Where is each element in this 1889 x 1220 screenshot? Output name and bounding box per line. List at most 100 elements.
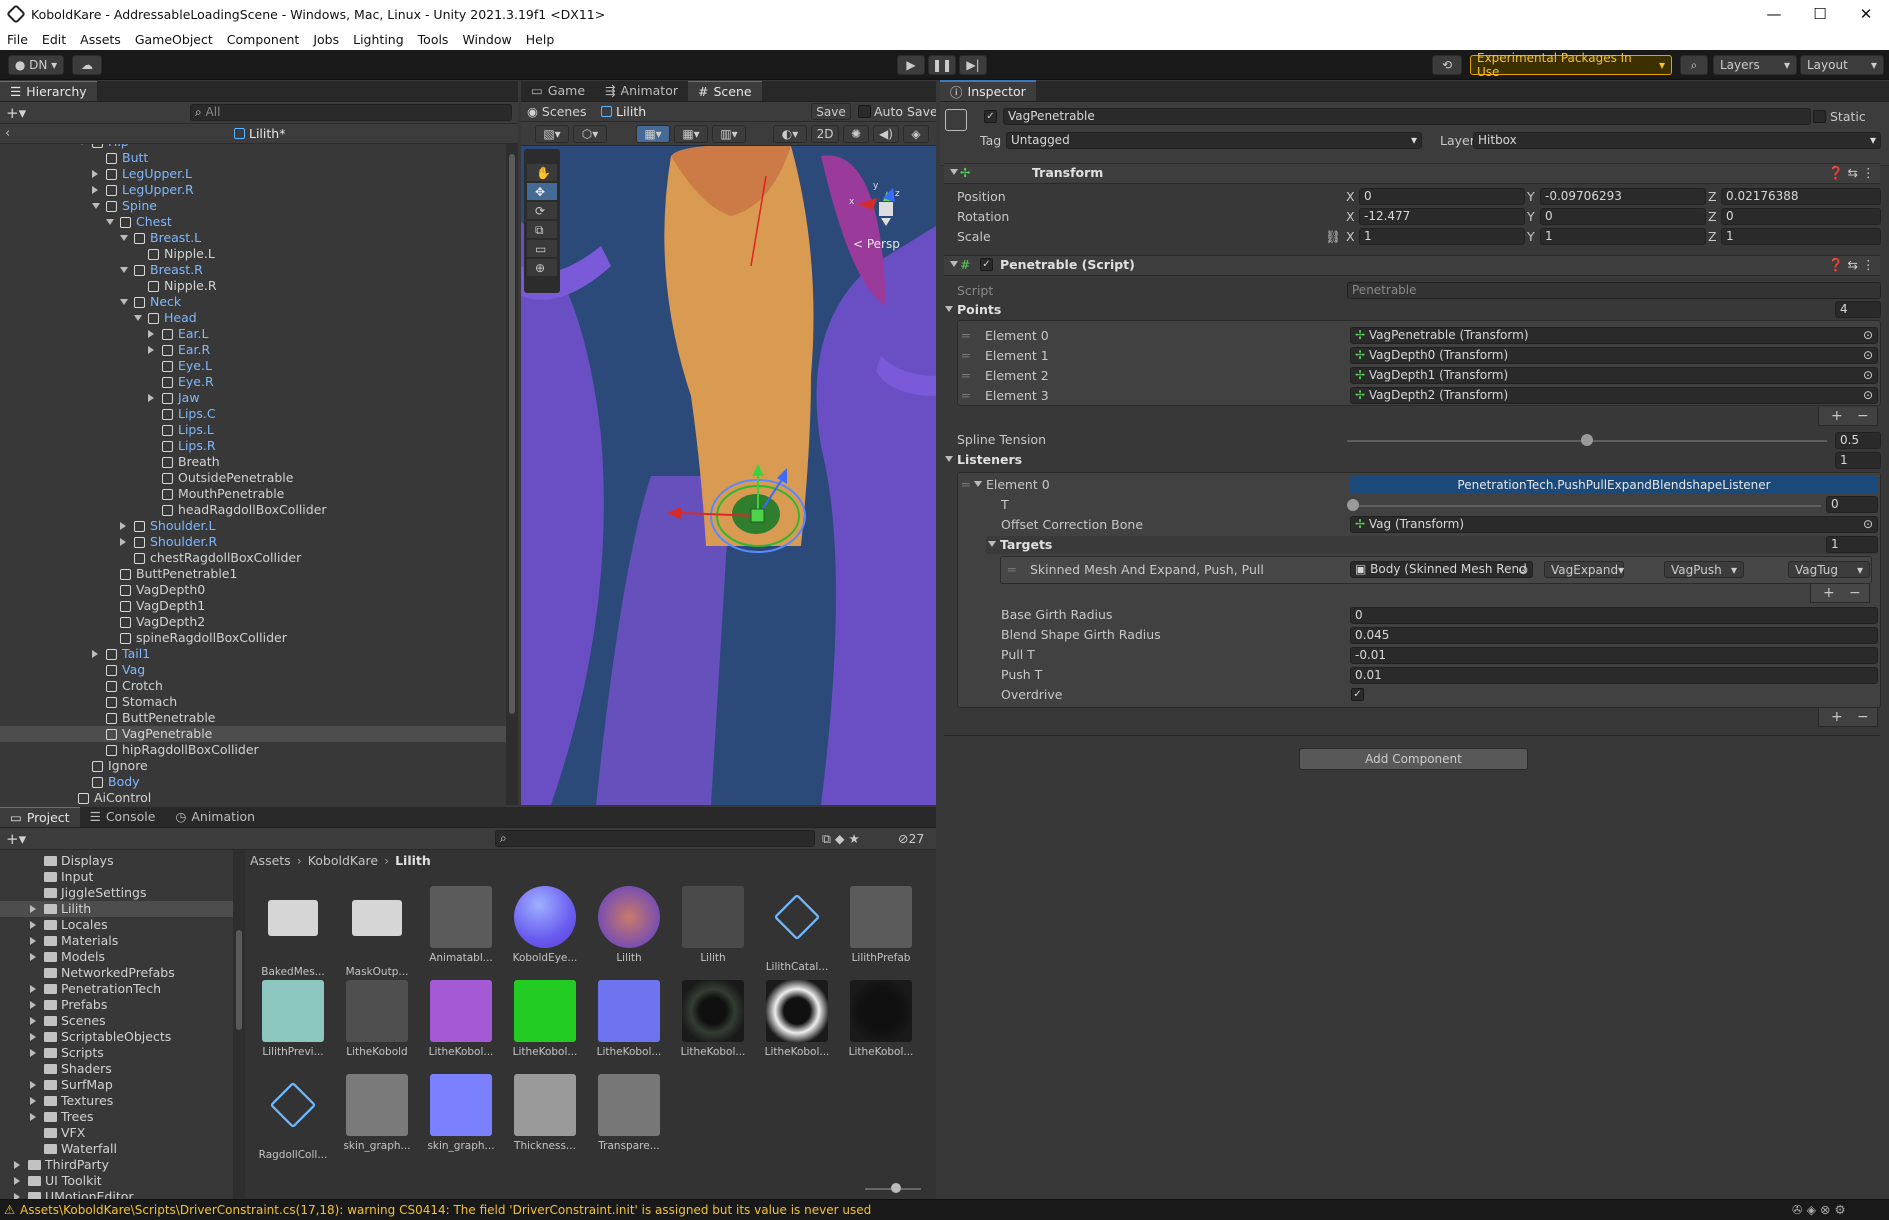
- push-t-input[interactable]: 0.01: [1350, 667, 1878, 684]
- step-button[interactable]: ▶|: [959, 55, 987, 75]
- axis-z-label[interactable]: Z: [1708, 229, 1717, 245]
- hierarchy-row[interactable]: LegUpper.L: [0, 166, 506, 182]
- listeners-count-input[interactable]: 1: [1835, 452, 1881, 469]
- hierarchy-row[interactable]: OutsidePenetrable: [0, 470, 506, 486]
- folder-expand-icon[interactable]: [30, 1049, 36, 1057]
- gizmo-toggle[interactable]: ◐▾: [773, 125, 807, 143]
- asset-item[interactable]: LitheKobol...: [762, 980, 832, 1058]
- menu-edit[interactable]: Edit: [35, 32, 73, 47]
- point-drag-handle[interactable]: ═: [962, 388, 970, 404]
- asset-item[interactable]: LitheKobol...: [594, 980, 664, 1058]
- menu-window[interactable]: Window: [455, 32, 518, 47]
- penetrable-help-icon[interactable]: ❓ ⇆ ⋮: [1828, 257, 1874, 273]
- constrain-proportions-icon[interactable]: ⛓: [1325, 229, 1341, 245]
- asset-item[interactable]: MaskOutp...: [342, 886, 412, 978]
- folder-row[interactable]: ThirdParty: [0, 1157, 233, 1173]
- folder-row[interactable]: NetworkedPrefabs: [0, 965, 233, 981]
- base-girth-input[interactable]: 0: [1350, 607, 1878, 624]
- asset-item[interactable]: LilithCatal...: [762, 886, 832, 973]
- folder-row[interactable]: ScriptableObjects: [0, 1029, 233, 1045]
- folder-row[interactable]: Scenes: [0, 1013, 233, 1029]
- targets-count-input[interactable]: 1: [1826, 536, 1878, 553]
- hierarchy-row[interactable]: Jaw: [0, 390, 506, 406]
- asset-item[interactable]: Lilith: [594, 886, 664, 964]
- foldout-arrow-icon[interactable]: [120, 522, 126, 530]
- points-count-input[interactable]: 4: [1835, 301, 1881, 318]
- hierarchy-row[interactable]: Crotch: [0, 678, 506, 694]
- scale-z-input[interactable]: 1: [1721, 228, 1881, 245]
- hierarchy-row[interactable]: Breast.R: [0, 262, 506, 278]
- hierarchy-row[interactable]: Lips.C: [0, 406, 506, 422]
- scale-y-input[interactable]: 1: [1540, 228, 1706, 245]
- asset-item[interactable]: LitheKobol...: [846, 980, 916, 1058]
- foldout-arrow-icon[interactable]: [120, 267, 128, 273]
- tab-game[interactable]: ▭ Game: [521, 81, 595, 101]
- listener-drag-handle[interactable]: ═: [962, 477, 970, 493]
- tab-animation[interactable]: ◷ Animation: [165, 807, 265, 827]
- folder-row[interactable]: Textures: [0, 1093, 233, 1109]
- asset-item[interactable]: KoboldEye...: [510, 886, 580, 964]
- folder-row[interactable]: Waterfall: [0, 1141, 233, 1157]
- effects-toggle[interactable]: ◈: [903, 125, 929, 143]
- listener-element-foldout[interactable]: Element 0: [974, 477, 1050, 493]
- breadcrumb-item[interactable]: KoboldKare: [308, 853, 378, 868]
- asset-item[interactable]: Thickness...: [510, 1074, 580, 1152]
- menu-tools[interactable]: Tools: [411, 32, 456, 47]
- experimental-packages-badge[interactable]: Experimental Packages In Use ▾: [1470, 51, 1672, 79]
- tab-animator[interactable]: ⇶ Animator: [595, 81, 688, 101]
- axis-x-label[interactable]: X: [1346, 189, 1355, 205]
- target-mesh-picker-icon[interactable]: ⊙: [1518, 562, 1528, 578]
- auto-save-checkbox[interactable]: [858, 105, 871, 118]
- tab-project[interactable]: ▭ Project: [0, 807, 80, 827]
- blendshape-expand-dropdown[interactable]: VagExpand ▾: [1544, 561, 1624, 578]
- folder-expand-icon[interactable]: [30, 1081, 36, 1089]
- hierarchy-row[interactable]: Breath: [0, 454, 506, 470]
- offset-correction-field[interactable]: ✢ Vag (Transform) ⊙: [1350, 516, 1878, 533]
- hierarchy-row[interactable]: LegUpper.R: [0, 182, 506, 198]
- points-foldout[interactable]: Points: [945, 302, 1001, 318]
- play-button[interactable]: ▶: [897, 55, 925, 75]
- hierarchy-row[interactable]: headRagdollBoxCollider: [0, 502, 506, 518]
- t-input[interactable]: 0: [1826, 496, 1878, 513]
- listeners-add-button[interactable]: +: [1831, 709, 1843, 725]
- target-mesh-field[interactable]: ▣ Body (Skinned Mesh Rend: [1350, 561, 1533, 578]
- folder-expand-icon[interactable]: [30, 1113, 36, 1121]
- point-element-field[interactable]: ✢ VagDepth0 (Transform) ⊙: [1350, 347, 1878, 364]
- hierarchy-search-input[interactable]: ⌕ All: [190, 104, 512, 121]
- targets-remove-button[interactable]: −: [1849, 585, 1861, 601]
- folder-row[interactable]: Locales: [0, 917, 233, 933]
- asset-item[interactable]: Transpare...: [594, 1074, 664, 1152]
- pos-y-input[interactable]: -0.09706293: [1540, 188, 1706, 205]
- close-button[interactable]: ✕: [1843, 0, 1889, 28]
- foldout-arrow-icon[interactable]: [148, 394, 154, 402]
- folder-row[interactable]: Models: [0, 949, 233, 965]
- foldout-arrow-icon[interactable]: [120, 299, 128, 305]
- asset-item[interactable]: skin_graph...: [426, 1074, 496, 1152]
- breadcrumb-item[interactable]: Lilith: [395, 853, 431, 868]
- folder-expand-icon[interactable]: [30, 921, 36, 929]
- pos-z-input[interactable]: 0.02176388: [1721, 188, 1881, 205]
- pos-x-input[interactable]: 0: [1359, 188, 1525, 205]
- axis-x-label[interactable]: X: [1346, 229, 1355, 245]
- layers-dropdown[interactable]: Layers ▾: [1713, 55, 1797, 75]
- point-drag-handle[interactable]: ═: [962, 328, 970, 344]
- maximize-button[interactable]: ☐: [1797, 0, 1843, 28]
- minimize-button[interactable]: —: [1751, 0, 1797, 28]
- t-slider-thumb[interactable]: [1347, 499, 1359, 511]
- folder-expand-icon[interactable]: [14, 1177, 20, 1185]
- folder-expand-icon[interactable]: [30, 1001, 36, 1009]
- account-dropdown[interactable]: ● DN ▾: [8, 55, 64, 75]
- folder-row[interactable]: UI Toolkit: [0, 1173, 233, 1189]
- menu-help[interactable]: Help: [519, 32, 562, 47]
- hierarchy-row[interactable]: VagDepth1: [0, 598, 506, 614]
- foldout-arrow-icon[interactable]: [148, 330, 154, 338]
- hidden-count-badge[interactable]: ⊘27: [898, 831, 924, 847]
- hierarchy-row[interactable]: Chest: [0, 214, 506, 230]
- pull-t-input[interactable]: -0.01: [1350, 647, 1878, 664]
- 2d-toggle[interactable]: 2D: [811, 125, 839, 143]
- menu-jobs[interactable]: Jobs: [306, 32, 346, 47]
- scenes-breadcrumb[interactable]: ◉ Scenes: [527, 104, 587, 120]
- hierarchy-row[interactable]: Eye.R: [0, 374, 506, 390]
- layout-dropdown[interactable]: Layout ▾: [1800, 55, 1884, 75]
- filter-icons[interactable]: ⧉ ◆ ★: [822, 831, 860, 847]
